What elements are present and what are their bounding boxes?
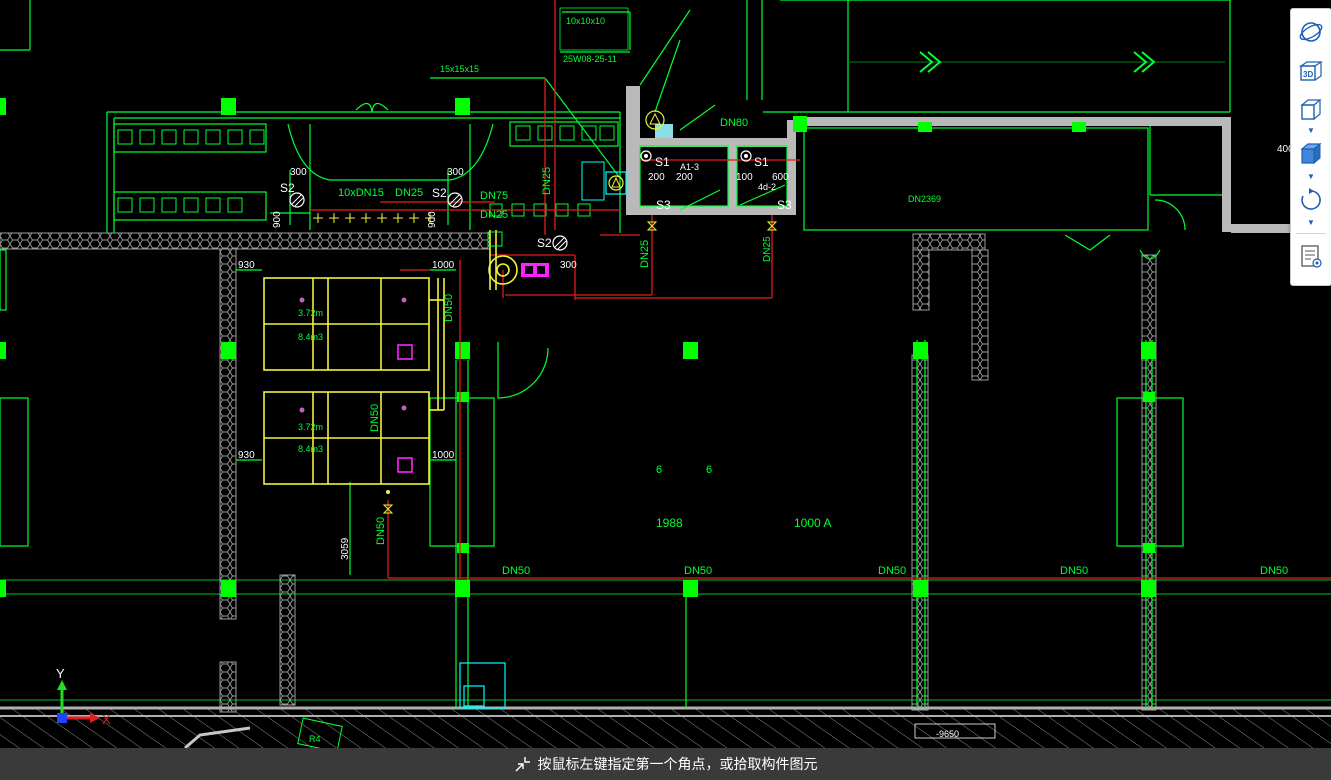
svg-text:DN75: DN75 [480, 190, 508, 202]
toolbar-separator [1296, 233, 1326, 234]
shade-dropdown-caret[interactable]: ▼ [1291, 171, 1331, 181]
svg-text:DN25: DN25 [762, 236, 773, 262]
svg-text:S3: S3 [656, 198, 671, 212]
svg-text:DN50: DN50 [1260, 565, 1288, 577]
svg-text:3.72m: 3.72m [298, 422, 323, 432]
svg-text:6: 6 [656, 464, 662, 476]
svg-text:DN25: DN25 [639, 240, 651, 268]
dim-text: 300 [560, 260, 577, 271]
dim-text: 300 [447, 167, 464, 178]
red-pipes [310, 0, 1331, 579]
svg-text:DN50: DN50 [375, 517, 387, 545]
svg-text:1000 A: 1000 A [794, 516, 831, 530]
svg-text:S1: S1 [655, 155, 670, 169]
svg-text:A1-3: A1-3 [680, 162, 699, 172]
equipment-squares [117, 125, 615, 217]
sprinkler-heads [313, 213, 435, 223]
axis-x-label: X [102, 712, 111, 727]
green-linework [0, 0, 1331, 709]
svg-text:10x10x10: 10x10x10 [566, 16, 605, 26]
3d-view-button[interactable]: 3D [1291, 55, 1331, 89]
dim-text: 900 [427, 211, 438, 228]
svg-text:DN50: DN50 [443, 294, 455, 322]
svg-text:6: 6 [706, 464, 712, 476]
svg-text:DN25: DN25 [395, 187, 423, 199]
svg-text:25W08-25-11: 25W08-25-11 [563, 54, 617, 64]
dim-text: 900 [272, 211, 283, 228]
svg-text:R4: R4 [309, 734, 321, 744]
dim-text: 930 [238, 450, 255, 461]
dim-text: 100 [736, 172, 753, 183]
svg-text:S2: S2 [280, 181, 295, 195]
svg-text:DN50: DN50 [1060, 565, 1088, 577]
command-prompt-text: 按鼠标左键指定第一个角点，或拾取构件图元 [537, 757, 818, 773]
rotate-icon [1301, 188, 1321, 210]
orbit-button[interactable] [1291, 15, 1331, 49]
command-prompt: 按鼠标左键指定第一个角点，或拾取构件图元 [514, 754, 818, 774]
ucs-axis-icon: Y X [56, 666, 111, 727]
3d-view-icon: 3D [1299, 61, 1323, 81]
foundation-hatch [0, 706, 1331, 748]
svg-text:8.4m3: 8.4m3 [298, 444, 323, 454]
layer-list-icon [1301, 245, 1322, 268]
svg-text:DN50: DN50 [684, 565, 712, 577]
dim-text: 930 [238, 260, 255, 271]
box-filled-button[interactable] [1291, 137, 1331, 171]
svg-text:4d-2: 4d-2 [758, 182, 776, 192]
dim-text: 3059 [340, 537, 351, 560]
svg-text:DN50: DN50 [878, 565, 906, 577]
svg-text:S1: S1 [754, 155, 769, 169]
svg-text:15x15x15: 15x15x15 [440, 64, 479, 74]
floor-plan-drawing[interactable]: 300 900 300 900 930 930 1000 1000 300 30… [0, 0, 1331, 748]
svg-text:3.72m: 3.72m [298, 308, 323, 318]
svg-text:S2: S2 [432, 186, 447, 200]
svg-text:DN25: DN25 [480, 209, 508, 221]
view-dropdown-caret[interactable]: ▼ [1291, 125, 1331, 135]
dim-text: 1000 [432, 260, 455, 271]
dim-text: 200 [676, 172, 693, 183]
svg-text:S3: S3 [777, 198, 792, 212]
cad-drawing-canvas[interactable]: 300 900 300 900 930 930 1000 1000 300 30… [0, 0, 1331, 780]
svg-text:1988: 1988 [656, 516, 683, 530]
svg-text:DN2369: DN2369 [908, 194, 941, 204]
box-filled-icon [1300, 142, 1322, 165]
rotate-button[interactable] [1291, 183, 1331, 217]
dim-text: 1000 [432, 450, 455, 461]
rotate-dropdown-caret[interactable]: ▼ [1291, 217, 1331, 227]
svg-text:DN80: DN80 [720, 117, 748, 129]
command-status-bar: 按鼠标左键指定第一个角点，或拾取构件图元 [0, 748, 1331, 780]
3d-view-label: 3D [1303, 70, 1313, 79]
svg-text:8.4m3: 8.4m3 [298, 332, 323, 342]
pump-symbols [289, 110, 778, 514]
dim-text: 200 [648, 172, 665, 183]
svg-text:-9650: -9650 [936, 729, 959, 739]
box-view-button[interactable] [1291, 93, 1331, 127]
orbit-icon [1299, 22, 1323, 42]
svg-text:S2: S2 [537, 236, 552, 250]
svg-text:10xDN15: 10xDN15 [338, 187, 384, 199]
wall-hatch [0, 232, 1157, 713]
axis-y-label: Y [56, 666, 65, 681]
svg-text:DN25: DN25 [541, 167, 553, 195]
magenta-equipment [299, 263, 549, 413]
box-view-icon [1300, 99, 1322, 120]
view-toolbar: 3D ▼ ▼ ▼ [1290, 8, 1331, 286]
dim-text: 300 [290, 167, 307, 178]
select-corner-icon [515, 757, 530, 772]
layer-list-button[interactable] [1291, 239, 1331, 273]
svg-text:DN50: DN50 [502, 565, 530, 577]
svg-text:DN50: DN50 [369, 404, 381, 432]
